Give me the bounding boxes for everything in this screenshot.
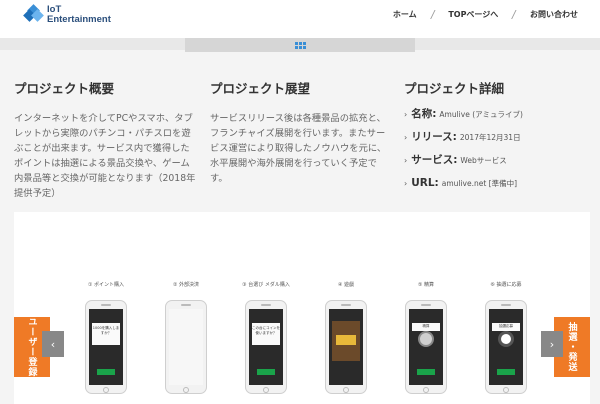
target-icon [498,331,514,347]
phone-screenshot-4 [325,300,367,394]
nav-contact[interactable]: お問い合わせ [530,9,578,20]
phone-screenshot-2 [165,300,207,394]
logo[interactable]: IoT Entertainment [23,4,111,25]
carousel-next-button[interactable]: › [541,331,563,357]
detail-key: 名称: [411,108,437,120]
carousel-prev-button[interactable]: ‹ [42,331,64,357]
outlook-section: プロジェクト展望 サービスリリース後は各種景品の拡充と、フランチャイズ展開を行い… [210,78,392,186]
details-list: › 名称: Amulive (アミュライブ) › リリース: 2017年12月3… [404,109,589,189]
step-label: ⑤ 精算 [417,282,435,288]
nav-home[interactable]: ホーム [393,9,417,20]
settlement-title: 精算 [412,323,440,331]
detail-item-release: › リリース: 2017年12月31日 [404,132,589,143]
outlook-title: プロジェクト展望 [210,81,311,96]
nav-separator: / [511,8,518,21]
detail-value: Webサービス [460,156,507,165]
step-label: ⑥ 抽選に応募 [490,282,522,288]
outlook-text: サービスリリース後は各種景品の拡充と、フランチャイズ展開を行います。またサービス… [210,113,387,184]
step-label: ③ 台選び メダル購入 [242,282,290,288]
detail-key: サービス: [411,154,458,166]
step-label: ① ポイント購入 [87,282,125,288]
step-label: ④ 遊戯 [337,282,355,288]
overview-section: プロジェクト概要 インターネットを介してPCやスマホ、タブレットから実際のパチン… [14,78,196,201]
detail-value: 2017年12月31日 [459,133,521,142]
grid-icon [294,41,306,49]
chevron-right-icon: › [404,156,408,165]
nav-separator: / [429,8,436,21]
purchase-prompt: 1000を購入しますか？ [92,323,120,345]
detail-key: リリース: [411,131,457,143]
chevron-right-icon: › [404,133,408,142]
logo-line-2: Entertainment [47,14,111,25]
lottery-title: 抽選応募 [492,323,520,331]
detail-item-name: › 名称: Amulive (アミュライブ) [404,109,589,120]
detail-key: URL: [411,177,439,189]
chevron-right-icon: › [404,110,408,119]
detail-value: Amulive (アミュライブ) [439,110,523,119]
site-header: IoT Entertainment ホーム / TOPページへ / お問い合わせ [0,0,600,38]
details-section: プロジェクト詳細 › 名称: Amulive (アミュライブ) › リリース: … [404,78,589,201]
step-label: ② 外部決済 [172,282,200,288]
phone-screenshot-3: この台にコインを使いますか？ [245,300,287,394]
phone-screenshot-5: 精算 [405,300,447,394]
nav-top-page[interactable]: TOPページへ [448,9,498,20]
details-title: プロジェクト詳細 [404,81,505,96]
phone-screenshot-6: 抽選応募 [485,300,527,394]
logo-mark-icon [23,4,44,24]
menu-toggle[interactable] [185,38,415,52]
main-nav: ホーム / TOPページへ / お問い合わせ [393,8,578,21]
detail-item-url: › URL: amulive.net [準備中] [404,178,589,189]
section-band [0,38,600,52]
overview-text: インターネットを介してPCやスマホ、タブレットから実際のパチンコ・パチスロを遊ぶ… [14,113,196,199]
logo-text: IoT Entertainment [47,5,111,25]
coins-icon [418,331,434,347]
coin-use-prompt: この台にコインを使いますか？ [252,323,280,345]
detail-item-service: › サービス: Webサービス [404,155,589,166]
chevron-right-icon: › [404,179,408,188]
phone-screenshot-1: 1000を購入しますか？ [85,300,127,394]
overview-title: プロジェクト概要 [14,81,115,96]
detail-value[interactable]: amulive.net [準備中] [442,179,517,189]
